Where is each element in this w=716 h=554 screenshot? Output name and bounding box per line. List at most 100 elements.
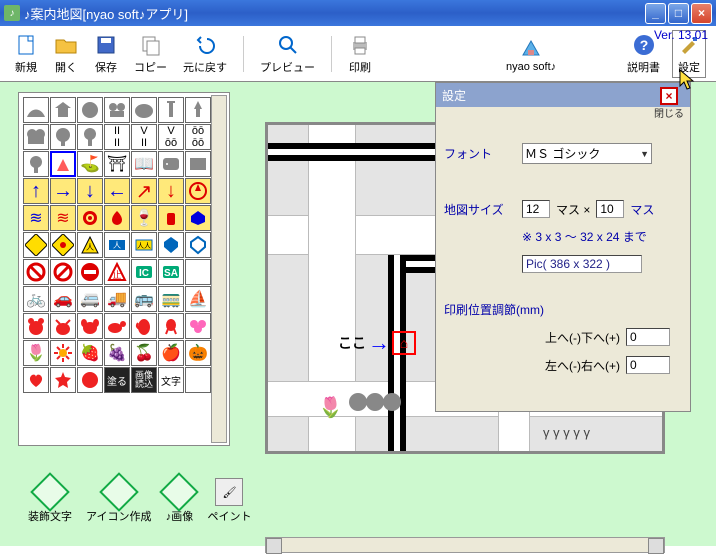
palette-cell[interactable]: VII — [131, 124, 157, 150]
palette-cell[interactable] — [158, 232, 184, 258]
palette-cell[interactable]: ↓ — [77, 178, 103, 204]
palette-cell[interactable] — [158, 97, 184, 123]
palette-cell[interactable] — [50, 340, 76, 366]
print-button[interactable]: 印刷 — [344, 31, 376, 77]
palette-cell[interactable] — [131, 313, 157, 339]
palette-cell[interactable]: 🍒 — [131, 340, 157, 366]
palette-cell[interactable] — [50, 232, 76, 258]
palette-cell[interactable]: 人 — [104, 232, 130, 258]
preview-button[interactable]: プレビュー — [256, 31, 319, 77]
palette-cell[interactable]: 🍇 — [104, 340, 130, 366]
palette-cell[interactable]: 🚐 — [77, 286, 103, 312]
minimize-button[interactable]: _ — [645, 3, 666, 24]
palette-cell[interactable]: 🚲 — [23, 286, 49, 312]
palette-cell[interactable]: 🍎 — [158, 340, 184, 366]
palette-cell[interactable] — [23, 259, 49, 285]
font-select[interactable]: ＭＳ ゴシック — [522, 143, 652, 164]
palette-cell[interactable] — [77, 313, 103, 339]
palette-cell[interactable] — [23, 232, 49, 258]
palette-cell[interactable]: Vōō — [158, 124, 184, 150]
palette-cell[interactable]: ↑ — [23, 178, 49, 204]
palette-cell[interactable] — [50, 124, 76, 150]
palette-cell[interactable] — [77, 205, 103, 231]
palette-scrollbar[interactable] — [211, 95, 227, 443]
palette-cell[interactable]: ≋ — [23, 205, 49, 231]
palette-cell[interactable] — [23, 367, 49, 393]
image-button[interactable]: ♪画像 — [165, 478, 193, 524]
map-hscroll[interactable] — [265, 537, 665, 553]
palette-cell[interactable]: ↗ — [131, 178, 157, 204]
palette-cell[interactable] — [185, 205, 211, 231]
copy-button[interactable]: コピー — [130, 31, 171, 77]
palette-cell[interactable]: ⛩ — [104, 151, 130, 177]
palette-cell[interactable]: 🍷 — [131, 205, 157, 231]
palette-cell[interactable]: ≋ — [50, 205, 76, 231]
open-button[interactable]: 開く — [50, 31, 82, 77]
palette-cell[interactable] — [104, 313, 130, 339]
palette-cell[interactable]: ⛳ — [77, 151, 103, 177]
new-button[interactable]: 新規 — [10, 31, 42, 77]
palette-cell[interactable] — [104, 97, 130, 123]
print-voffset-input[interactable] — [626, 328, 670, 346]
palette-cell[interactable]: 🚗 — [50, 286, 76, 312]
palette-cell[interactable] — [23, 97, 49, 123]
palette-cell[interactable] — [50, 313, 76, 339]
palette-cell[interactable] — [185, 259, 211, 285]
settings-close-button[interactable]: × 閉じる — [654, 87, 684, 120]
palette-cell[interactable]: IIII — [104, 124, 130, 150]
palette-cell[interactable] — [77, 97, 103, 123]
palette-cell[interactable] — [50, 259, 76, 285]
maximize-button[interactable]: □ — [668, 3, 689, 24]
palette-cell[interactable] — [50, 97, 76, 123]
palette-cell[interactable]: 人 — [77, 232, 103, 258]
mapsize-width-input[interactable] — [522, 200, 550, 218]
palette-cell[interactable] — [185, 151, 211, 177]
palette-cell[interactable]: ⛵ — [185, 286, 211, 312]
palette-cell[interactable]: ōōōō — [185, 124, 211, 150]
palette-cell-selected[interactable] — [50, 151, 76, 177]
palette-cell[interactable] — [131, 97, 157, 123]
palette-cell[interactable] — [158, 205, 184, 231]
palette-cell[interactable] — [50, 367, 76, 393]
palette-cell[interactable]: SA — [158, 259, 184, 285]
palette-cell[interactable] — [104, 205, 130, 231]
palette-paint[interactable]: 塗る — [104, 367, 130, 393]
palette-cell[interactable]: 🌷 — [23, 340, 49, 366]
palette-cell[interactable] — [23, 151, 49, 177]
close-button[interactable]: × — [691, 3, 712, 24]
palette-cell[interactable]: 🚃 — [158, 286, 184, 312]
palette-cell[interactable]: ← — [104, 178, 130, 204]
palette-cell[interactable]: 📖 — [131, 151, 157, 177]
palette-cell[interactable] — [185, 367, 211, 393]
palette-cell[interactable] — [77, 124, 103, 150]
palette-cell[interactable] — [77, 367, 103, 393]
palette-cell[interactable] — [185, 313, 211, 339]
palette-cell[interactable]: 人人 — [131, 232, 157, 258]
decotext-button[interactable]: 装飾文字 — [28, 478, 72, 524]
palette-cell[interactable]: IC — [131, 259, 157, 285]
palette-cell[interactable] — [185, 178, 211, 204]
palette-cell[interactable] — [158, 313, 184, 339]
nyao-link-button[interactable]: nyao soft♪ — [502, 33, 560, 75]
palette-cell[interactable] — [185, 232, 211, 258]
palette-cell[interactable]: 🍓 — [77, 340, 103, 366]
palette-cell[interactable]: 🚚 — [104, 286, 130, 312]
undo-button[interactable]: 元に戻す — [179, 31, 231, 77]
palette-cell[interactable]: ↓ — [158, 178, 184, 204]
palette-cell[interactable] — [185, 97, 211, 123]
palette-cell[interactable] — [158, 151, 184, 177]
palette-cell[interactable]: → — [50, 178, 76, 204]
paint-button[interactable]: 🖌ペイント — [207, 478, 251, 524]
palette-cell[interactable] — [77, 259, 103, 285]
print-hoffset-input[interactable] — [626, 356, 670, 374]
palette-cell[interactable]: 止 — [104, 259, 130, 285]
save-button[interactable]: 保存 — [90, 31, 122, 77]
iconmake-button[interactable]: アイコン作成 — [86, 478, 151, 524]
palette-imgload[interactable]: 画像 読込 — [131, 367, 157, 393]
palette-cell[interactable]: 🎃 — [185, 340, 211, 366]
palette-cell[interactable] — [23, 313, 49, 339]
palette-text[interactable]: 文字 — [158, 367, 184, 393]
palette-cell[interactable]: 🚌 — [131, 286, 157, 312]
palette-cell[interactable] — [23, 124, 49, 150]
mapsize-height-input[interactable] — [596, 200, 624, 218]
